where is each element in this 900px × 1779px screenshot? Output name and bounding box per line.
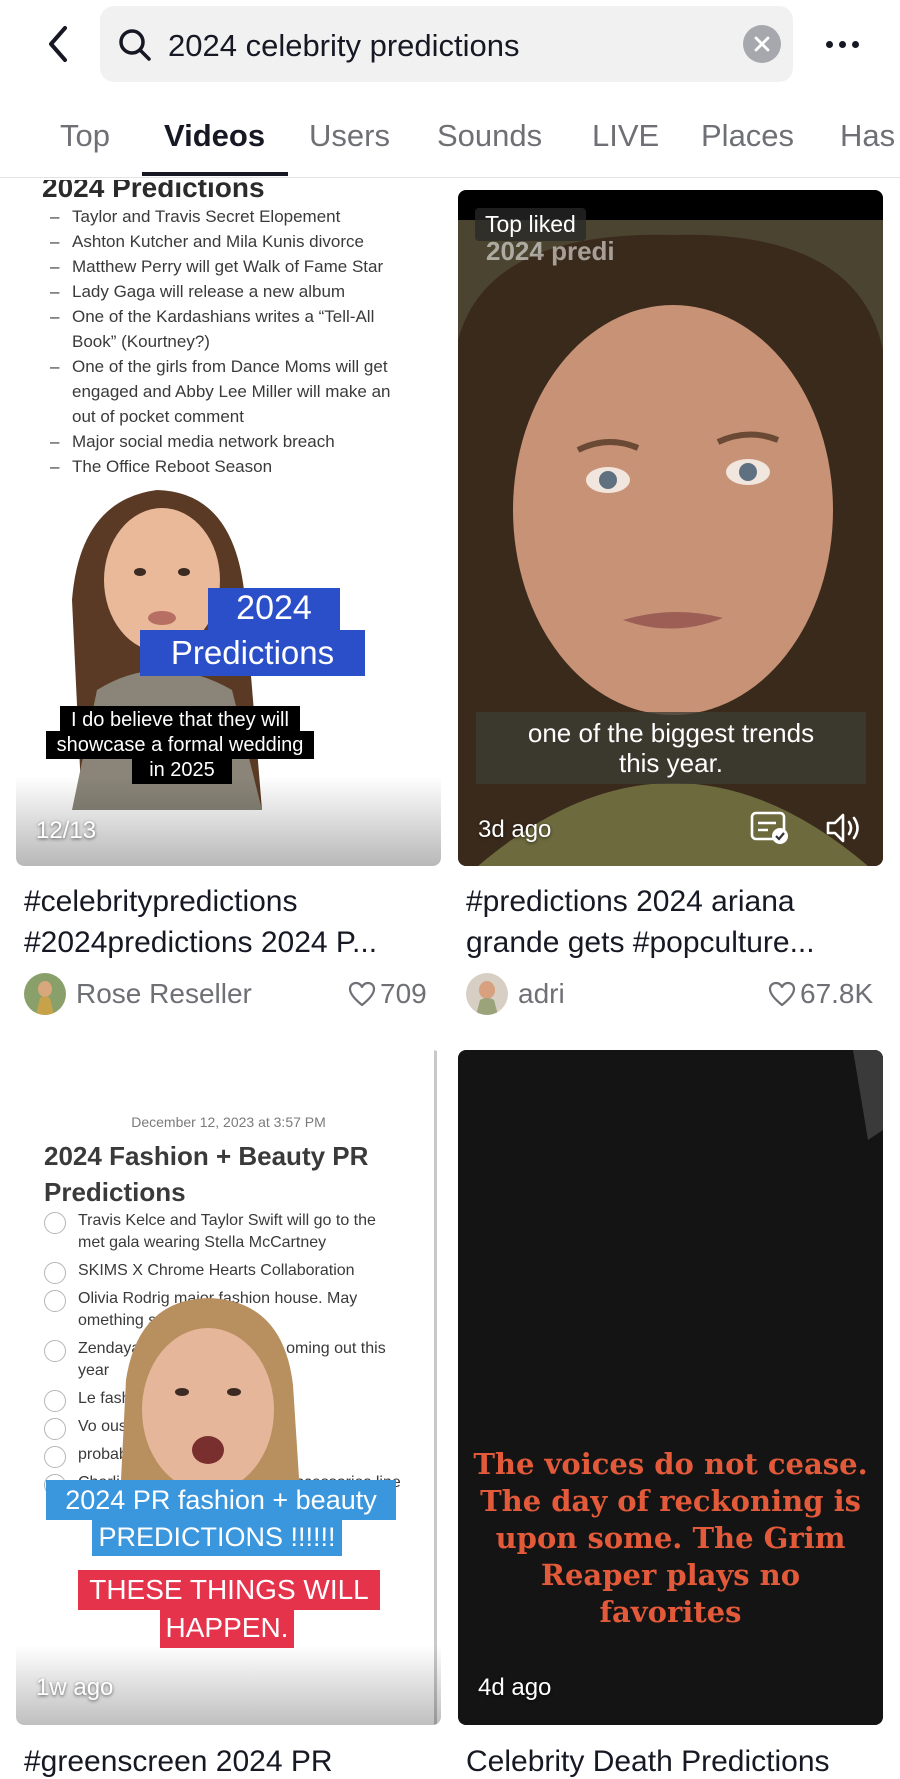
list-item: Lady Gaga will release a new album: [50, 279, 410, 304]
note-title: 2024 Fashion + Beauty PR Predictions: [44, 1141, 369, 1207]
video-card[interactable]: 2024 Predictions Taylor and Travis Secre…: [16, 180, 441, 866]
description-line: #2024predictions 2024 P...: [24, 926, 378, 959]
note-date: December 12, 2023 at 3:57 PM: [131, 1114, 326, 1130]
like-count: 67.8K: [768, 978, 873, 1010]
search-tabs: Top Videos Users Sounds LIVE Places Has: [0, 96, 900, 178]
avatar: [24, 973, 66, 1015]
author-name: adri: [518, 978, 565, 1009]
video-banner: 2024 PR fashion + beauty: [46, 1480, 396, 1520]
captions-icon[interactable]: [750, 810, 790, 846]
video-banner: THESE THINGS WILL: [78, 1570, 380, 1610]
tab-places[interactable]: Places: [701, 118, 794, 154]
active-tab-indicator: [142, 172, 288, 176]
video-thumbnail[interactable]: 2024 Predictions Taylor and Travis Secre…: [16, 180, 441, 866]
list-item: One of the Kardashians writes a “Tell-Al…: [50, 304, 410, 354]
back-button[interactable]: [36, 22, 80, 66]
post-age: 4d ago: [478, 1674, 552, 1701]
speaker-icon[interactable]: [824, 810, 864, 846]
list-item: Ashton Kutcher and Mila Kunis divorce: [50, 229, 410, 254]
close-icon: [754, 36, 770, 52]
ellipsis-dot: [838, 40, 846, 48]
list-item: Matthew Perry will get Walk of Fame Star: [50, 254, 410, 279]
video-caption: one of the biggest trends this year.: [476, 712, 866, 784]
slide-counter: 12/13: [36, 817, 97, 844]
post-age: 3d ago: [478, 816, 552, 843]
author[interactable]: Rose Reseller: [24, 973, 252, 1015]
video-thumbnail[interactable]: December 12, 2023 at 3:57 PM 2024 Fashio…: [16, 1050, 441, 1725]
video-thumbnail[interactable]: Top liked 2024 predi one of the biggest …: [458, 190, 883, 866]
post-age: 1w ago: [36, 1674, 114, 1701]
video-card[interactable]: The voices do not cease. The day of reck…: [458, 1050, 883, 1725]
video-thumbnail[interactable]: The voices do not cease. The day of reck…: [458, 1050, 883, 1725]
description-line: Celebrity Death Predictions: [466, 1745, 830, 1778]
ellipsis-icon: [825, 40, 833, 48]
video-banner: PREDICTIONS !!!!!!: [92, 1518, 342, 1556]
clear-search-button[interactable]: [743, 25, 781, 63]
scroll-indicator: [434, 1050, 437, 1725]
search-bar[interactable]: 2024 celebrity predictions: [100, 6, 793, 82]
tab-videos[interactable]: Videos: [164, 118, 265, 154]
avatar: [466, 973, 508, 1015]
tab-top[interactable]: Top: [60, 118, 110, 154]
heart-icon: [768, 981, 796, 1007]
video-caption: showcase a formal wedding: [46, 731, 314, 759]
like-count-value: 67.8K: [800, 978, 874, 1009]
chevron-left-icon: [49, 26, 67, 62]
ellipsis-dot: [851, 40, 859, 48]
more-options-button[interactable]: [812, 26, 872, 62]
list-item: Taylor and Travis Secret Elopement: [50, 204, 410, 229]
video-caption: I do believe that they will: [60, 706, 300, 734]
video-description[interactable]: #predictions 2024 ariana grande gets #po…: [466, 881, 886, 963]
search-icon: [119, 29, 151, 61]
author-name: Rose Reseller: [76, 978, 252, 1009]
like-count: 709: [348, 978, 427, 1010]
description-line: #greenscreen 2024 PR: [24, 1745, 333, 1778]
tab-users[interactable]: Users: [309, 118, 390, 154]
tab-live[interactable]: LIVE: [592, 118, 659, 154]
tab-hashtags[interactable]: Has: [840, 118, 895, 154]
search-header: 2024 celebrity predictions: [0, 0, 900, 90]
description-line: #celebritypredictions: [24, 885, 298, 918]
search-input[interactable]: 2024 celebrity predictions: [168, 28, 520, 64]
checklist-item: Travis Kelce and Taylor Swift will go to…: [44, 1210, 404, 1254]
description-line: grande gets #popculture...: [466, 926, 815, 959]
predictions-badge: Predictions: [140, 630, 365, 676]
video-description[interactable]: Celebrity Death Predictions: [466, 1741, 886, 1779]
video-caption: The voices do not cease. The day of reck…: [473, 1447, 868, 1629]
video-card[interactable]: December 12, 2023 at 3:57 PM 2024 Fashio…: [16, 1050, 441, 1725]
like-count-value: 709: [380, 978, 427, 1009]
partial-overlay-text: 2024 predi: [486, 236, 615, 266]
checklist-item: SKIMS X Chrome Hearts Collaboration: [44, 1260, 404, 1284]
video-card[interactable]: Top liked 2024 predi one of the biggest …: [458, 190, 883, 866]
list-item: The Office Reboot Season: [50, 454, 410, 479]
author[interactable]: adri: [466, 973, 565, 1015]
video-description[interactable]: #greenscreen 2024 PR: [24, 1741, 444, 1779]
tab-sounds[interactable]: Sounds: [437, 118, 542, 154]
list-item: One of the girls from Dance Moms will ge…: [50, 354, 410, 429]
video-banner: HAPPEN.: [160, 1608, 294, 1648]
predictions-badge: 2024: [208, 588, 340, 630]
video-description[interactable]: #celebritypredictions #2024predictions 2…: [24, 881, 444, 963]
description-line: #predictions 2024 ariana: [466, 885, 795, 918]
list-item: Major social media network breach: [50, 429, 410, 454]
heart-icon: [348, 981, 376, 1007]
notes-list: Taylor and Travis Secret Elopement Ashto…: [50, 204, 410, 479]
notes-title: 2024 Predictions: [42, 180, 265, 203]
